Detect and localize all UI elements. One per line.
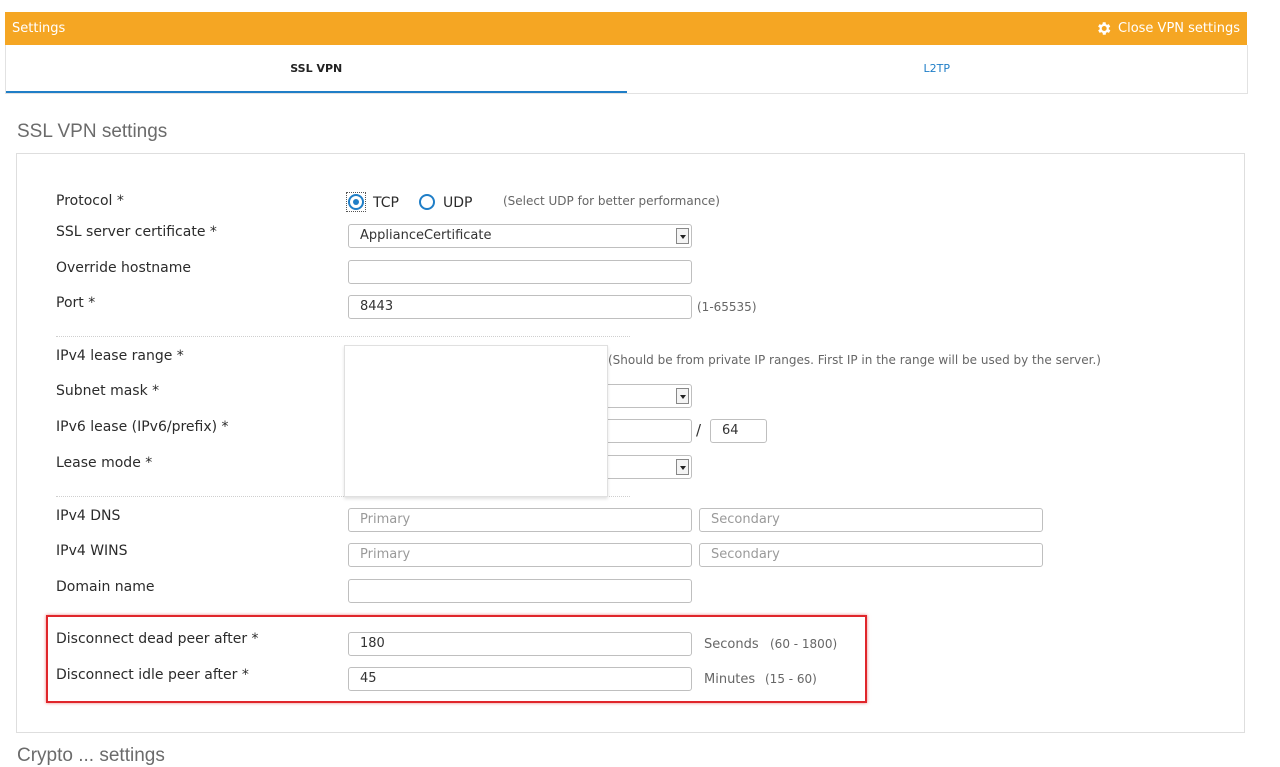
protocol-tcp-label: TCP (373, 195, 399, 211)
tab-ssl-vpn[interactable]: SSL VPN (6, 45, 627, 93)
ipv4-wins-secondary-input[interactable]: Secondary (699, 543, 1043, 567)
close-vpn-settings-label: Close VPN settings (1118, 21, 1240, 36)
section-title: SSL VPN settings (17, 121, 168, 142)
certificate-label: SSL server certificate * (56, 224, 217, 240)
gear-icon (1098, 22, 1111, 35)
protocol-tcp-radio[interactable] (348, 194, 364, 210)
ipv4-lease-label: IPv4 lease range * (56, 348, 184, 364)
port-hint: (1-65535) (697, 300, 757, 314)
lease-mode-label: Lease mode * (56, 455, 153, 471)
blank-overlay-popup (344, 345, 608, 497)
settings-header: Settings Close VPN settings (5, 12, 1247, 45)
highlight-annotation-box (46, 615, 867, 703)
protocol-udp-radio[interactable] (419, 194, 435, 210)
tab-l2tp[interactable]: L2TP (627, 45, 1248, 93)
ipv4-dns-secondary-input[interactable]: Secondary (699, 508, 1043, 532)
certificate-value: ApplianceCertificate (360, 228, 492, 243)
ipv4-dns-label: IPv4 DNS (56, 508, 121, 524)
header-title: Settings (12, 21, 66, 36)
ipv4-wins-label: IPv4 WINS (56, 543, 128, 559)
hostname-input[interactable] (348, 260, 692, 284)
certificate-select[interactable]: ApplianceCertificate (348, 224, 692, 248)
vpn-tabs: SSL VPN L2TP (5, 45, 1248, 94)
port-input[interactable]: 8443 (348, 295, 692, 319)
hostname-label: Override hostname (56, 260, 191, 276)
dropdown-arrow-icon (676, 388, 689, 404)
ipv4-wins-primary-input[interactable]: Primary (348, 543, 692, 567)
next-section-title: Crypto ... settings (17, 745, 165, 766)
dropdown-arrow-icon (676, 459, 689, 475)
ipv4-lease-hint: (Should be from private IP ranges. First… (608, 353, 1101, 367)
protocol-udp-label: UDP (443, 195, 473, 211)
ipv4-dns-primary-input[interactable]: Primary (348, 508, 692, 532)
dropdown-arrow-icon (676, 228, 689, 244)
port-label: Port * (56, 295, 96, 311)
divider (56, 336, 630, 337)
domain-label: Domain name (56, 579, 155, 595)
subnet-label: Subnet mask * (56, 383, 160, 399)
ipv6-prefix-separator: / (696, 421, 702, 439)
protocol-label: Protocol * (56, 193, 124, 209)
close-vpn-settings-button[interactable]: Close VPN settings (1095, 20, 1240, 37)
domain-input[interactable] (348, 579, 692, 603)
ipv6-lease-label: IPv6 lease (IPv6/prefix) * (56, 419, 229, 435)
protocol-hint: (Select UDP for better performance) (503, 194, 720, 208)
ipv6-prefix-input[interactable]: 64 (710, 419, 767, 443)
